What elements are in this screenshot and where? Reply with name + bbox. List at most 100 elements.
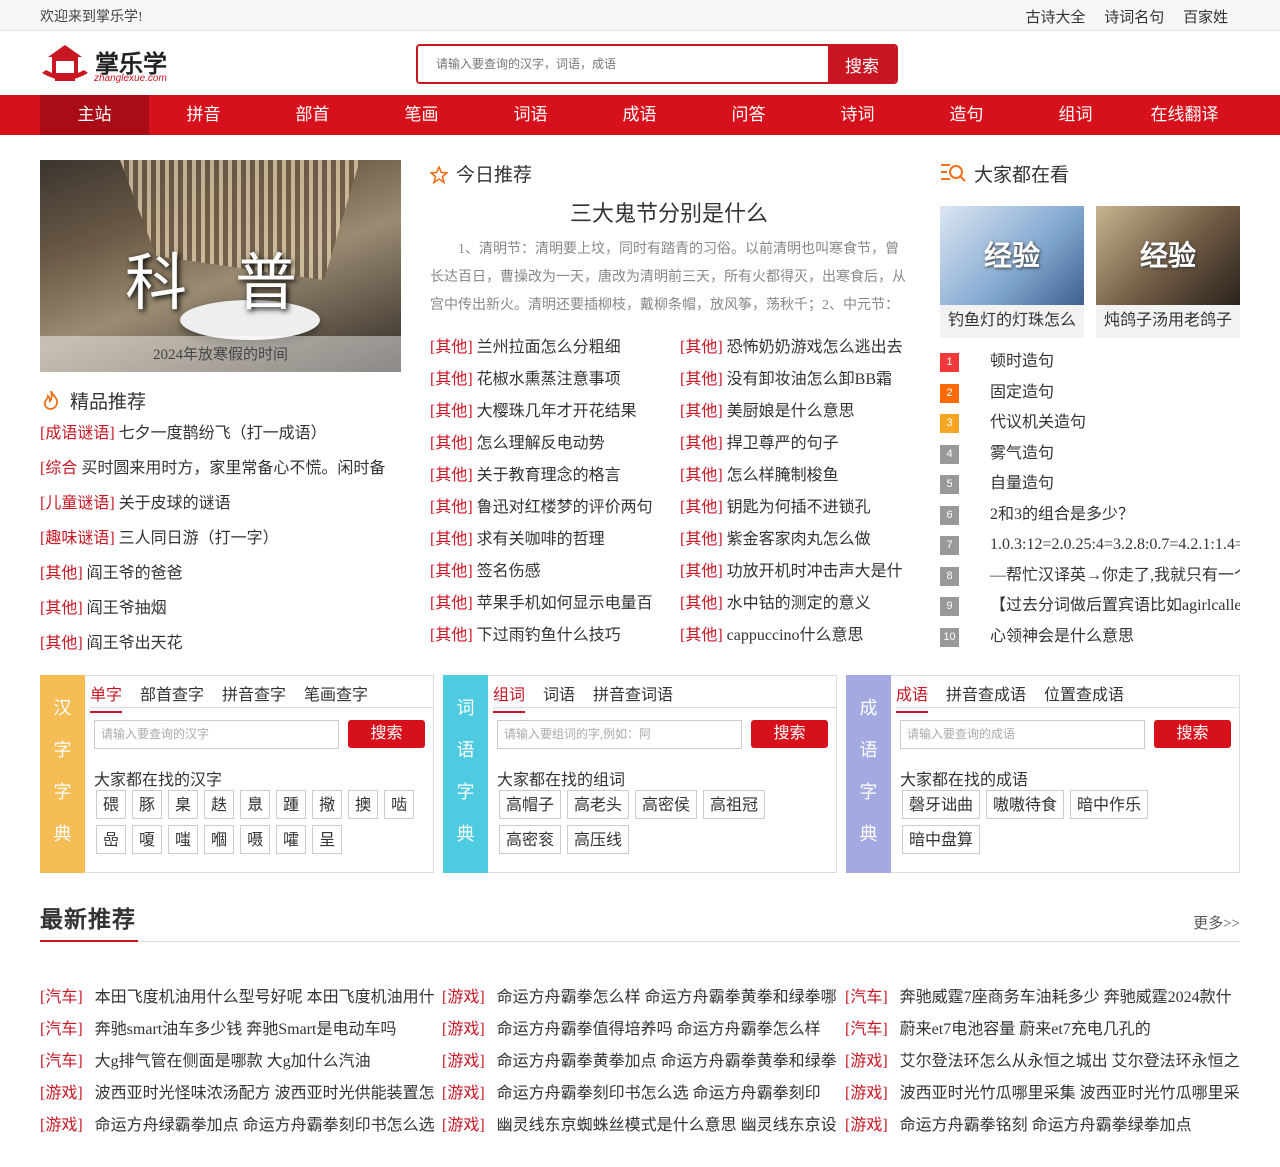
item-tag[interactable]: [其他]: [430, 563, 473, 580]
rank-item[interactable]: 4 雾气造句: [940, 439, 1240, 470]
item-text[interactable]: 命运方舟绿霸拳加点 命运方舟霸拳刻印书怎么选: [95, 1117, 435, 1134]
item-tag[interactable]: [汽车]: [40, 989, 83, 1006]
dict-chip[interactable]: 高密侯: [635, 790, 698, 819]
today-item[interactable]: [其他] 兰州拉面怎么分粗细: [430, 333, 670, 365]
item-text[interactable]: 关于教育理念的格言: [477, 467, 621, 484]
watch-card[interactable]: 经验 钓鱼灯的灯珠怎么: [940, 206, 1084, 338]
dict-chip[interactable]: 高帽子: [499, 790, 562, 819]
item-text[interactable]: 苹果手机如何显示电量百: [477, 595, 653, 612]
dict-search-button[interactable]: 搜索: [348, 720, 425, 748]
latest-item[interactable]: [游戏] 波西亚时光怪味浓汤配方 波西亚时光供能装置怎么: [40, 1079, 436, 1111]
item-tag[interactable]: [其他]: [680, 435, 723, 452]
item-tag[interactable]: [其他]: [680, 499, 723, 516]
dict-chip[interactable]: 豚: [132, 790, 163, 819]
jingpin-item[interactable]: [趣味谜语] 三人同日游（打一字）: [40, 524, 410, 559]
item-tag[interactable]: [其他]: [680, 563, 723, 580]
latest-item[interactable]: [游戏] 命运方舟霸拳怎么样 命运方舟霸拳黄拳和绿拳哪: [442, 983, 838, 1015]
nav-item-radical[interactable]: 部首: [258, 95, 367, 135]
today-item[interactable]: [其他] 恐怖奶奶游戏怎么逃出去: [680, 333, 920, 365]
watch-card[interactable]: 经验 炖鸽子汤用老鸽子: [1096, 206, 1240, 338]
item-text[interactable]: cappuccino什么意思: [727, 627, 864, 644]
item-tag[interactable]: [其他]: [40, 565, 83, 582]
dict-chip[interactable]: 嵒: [96, 825, 127, 854]
item-text[interactable]: 怎么样腌制梭鱼: [727, 467, 839, 484]
rank-text[interactable]: 固定造句: [990, 384, 1054, 401]
nav-item-idioms[interactable]: 成语: [585, 95, 694, 135]
item-tag[interactable]: [其他]: [40, 635, 83, 652]
nav-item-words[interactable]: 词语: [476, 95, 585, 135]
dict-chip[interactable]: 擏: [312, 790, 343, 819]
item-tag[interactable]: [其他]: [430, 531, 473, 548]
item-tag[interactable]: [汽车]: [40, 1053, 83, 1070]
today-item[interactable]: [其他] 没有卸妆油怎么卸BB霜: [680, 365, 920, 397]
item-text[interactable]: 花椒水熏蒸注意事项: [477, 371, 621, 388]
latest-item[interactable]: [汽车] 大g排气管在侧面是哪款 大g加什么汽油: [40, 1047, 436, 1079]
item-text[interactable]: 大樱珠几年才开花结果: [477, 403, 637, 420]
latest-item[interactable]: [游戏] 艾尔登法环怎么从永恒之城出 艾尔登法环永恒之: [845, 1047, 1241, 1079]
item-text[interactable]: 本田飞度机油用什么型号好呢 本田飞度机油用什么: [95, 989, 436, 1006]
item-tag[interactable]: [其他]: [680, 595, 723, 612]
today-item[interactable]: [其他] 功放开机时冲击声大是什: [680, 557, 920, 589]
today-item[interactable]: [其他] 下过雨钓鱼什么技巧: [430, 621, 670, 653]
dict-chip[interactable]: 高祖冠: [703, 790, 766, 819]
item-text[interactable]: 钥匙为何插不进锁孔: [727, 499, 871, 516]
nav-item-sentences[interactable]: 造句: [912, 95, 1021, 135]
today-headline[interactable]: 三大鬼节分别是什么: [430, 196, 908, 228]
item-text[interactable]: 蔚来et7电池容量 蔚来et7充电几孔的: [900, 1021, 1151, 1038]
nav-item-translate[interactable]: 在线翻译: [1130, 95, 1239, 135]
item-tag[interactable]: [其他]: [430, 627, 473, 644]
item-text[interactable]: 恐怖奶奶游戏怎么逃出去: [727, 339, 903, 356]
rank-text[interactable]: 【过去分词做后置宾语比如agirlcalled: [990, 597, 1240, 614]
dict-chip[interactable]: 臬: [168, 790, 199, 819]
latest-item[interactable]: [游戏] 命运方舟绿霸拳加点 命运方舟霸拳刻印书怎么选: [40, 1111, 436, 1143]
item-text[interactable]: 签名伤感: [477, 563, 541, 580]
item-tag[interactable]: [其他]: [430, 595, 473, 612]
dict-chip[interactable]: 趃: [204, 790, 235, 819]
jingpin-item[interactable]: [其他] 阎王爷的爸爸: [40, 559, 410, 594]
today-item[interactable]: [其他] 求有关咖啡的哲理: [430, 525, 670, 557]
item-tag[interactable]: [其他]: [430, 435, 473, 452]
today-item[interactable]: [其他] 苹果手机如何显示电量百: [430, 589, 670, 621]
today-item[interactable]: [其他] 签名伤感: [430, 557, 670, 589]
item-tag[interactable]: [汽车]: [845, 989, 888, 1006]
today-item[interactable]: [其他] 花椒水熏蒸注意事项: [430, 365, 670, 397]
dict-tab[interactable]: 组词: [493, 681, 526, 713]
latest-item[interactable]: [游戏] 波西亚时光竹瓜哪里采集 波西亚时光竹瓜哪里采: [845, 1079, 1241, 1111]
today-item[interactable]: [其他] 水中钴的测定的意义: [680, 589, 920, 621]
item-text[interactable]: 水中钴的测定的意义: [727, 595, 871, 612]
rank-item[interactable]: 5 自量造句: [940, 469, 1240, 500]
latest-item[interactable]: [汽车] 蔚来et7电池容量 蔚来et7充电几孔的: [845, 1015, 1241, 1047]
today-item[interactable]: [其他] 怎么理解反电动势: [430, 429, 670, 461]
item-tag[interactable]: [其他]: [680, 371, 723, 388]
nav-item-pinyin[interactable]: 拼音: [149, 95, 258, 135]
rank-item[interactable]: 7 1.0.3:12=2.0.25:4=3.2.8:0.7=4.2.1:1.4=: [940, 530, 1240, 561]
item-tag[interactable]: [其他]: [430, 499, 473, 516]
latest-item[interactable]: [游戏] 命运方舟霸拳铭刻 命运方舟霸拳绿拳加点: [845, 1111, 1241, 1143]
latest-item[interactable]: [汽车] 奔驰smart油车多少钱 奔驰Smart是电动车吗: [40, 1015, 436, 1047]
dict-search-input[interactable]: 请输入要查询的成语: [900, 720, 1145, 749]
item-tag[interactable]: [游戏]: [442, 1053, 485, 1070]
item-text[interactable]: 波西亚时光竹瓜哪里采集 波西亚时光竹瓜哪里采: [900, 1085, 1240, 1102]
item-tag[interactable]: [游戏]: [442, 989, 485, 1006]
dict-chip[interactable]: 嗄: [132, 825, 163, 854]
today-item[interactable]: [其他] 紫金客家肉丸怎么做: [680, 525, 920, 557]
dict-chip[interactable]: 嗤: [168, 825, 199, 854]
rank-item[interactable]: 2 固定造句: [940, 378, 1240, 409]
dict-chip[interactable]: 嗫: [240, 825, 271, 854]
jingpin-item[interactable]: [综合 买时圆来用时方，家里常备心不慌。闲时备: [40, 454, 410, 489]
item-text[interactable]: 怎么理解反电动势: [477, 435, 605, 452]
item-tag[interactable]: [汽车]: [845, 1021, 888, 1038]
dict-search-button[interactable]: 搜索: [1154, 720, 1231, 748]
item-tag[interactable]: [游戏]: [845, 1053, 888, 1070]
rank-text[interactable]: 顿时造句: [990, 353, 1054, 370]
jingpin-item[interactable]: [其他] 阎王爷抽烟: [40, 594, 410, 629]
dict-chip[interactable]: 高压线: [567, 825, 630, 854]
item-text[interactable]: 鲁迅对红楼梦的评价两句: [477, 499, 653, 516]
rank-item[interactable]: 6 2和3的组合是多少？: [940, 500, 1240, 531]
dict-search-input[interactable]: 请输入要组词的字,例如：阿: [497, 720, 742, 749]
site-logo[interactable]: 掌乐学 zhanglexue.com: [40, 43, 180, 85]
item-text[interactable]: 紫金客家肉丸怎么做: [727, 531, 871, 548]
item-tag[interactable]: [其他]: [430, 371, 473, 388]
latest-item[interactable]: [游戏] 命运方舟霸拳黄拳加点 命运方舟霸拳黄拳和绿拳: [442, 1047, 838, 1079]
item-text[interactable]: 买时圆来用时方，家里常备心不慌。闲时备: [81, 460, 385, 477]
